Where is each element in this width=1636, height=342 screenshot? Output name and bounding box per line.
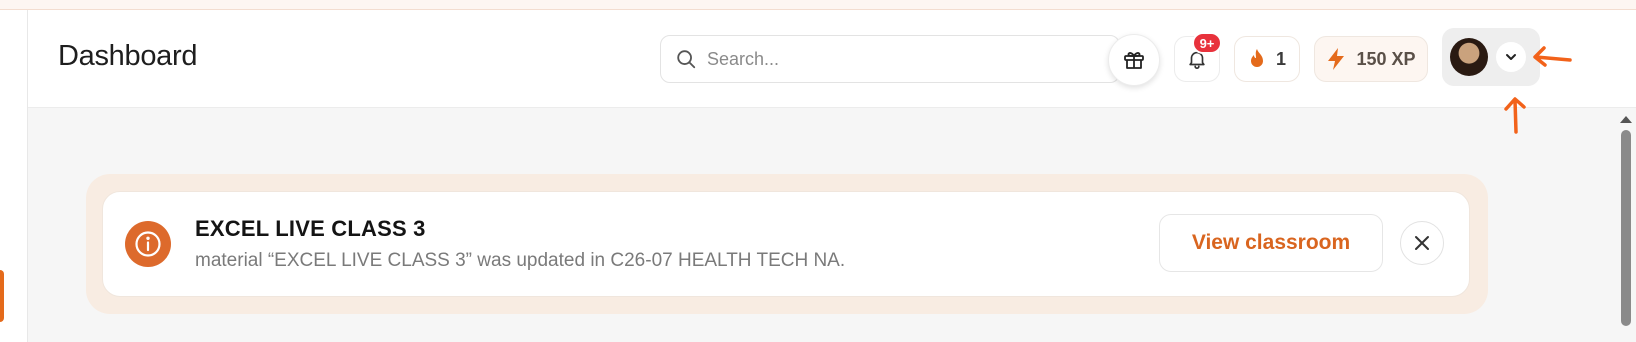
gift-icon	[1124, 52, 1144, 69]
page-title: Dashboard	[58, 40, 198, 72]
sidebar-active-indicator[interactable]	[0, 270, 4, 322]
top-strip	[0, 0, 1636, 10]
avatar[interactable]	[1450, 38, 1488, 76]
streak-counter[interactable]: 1	[1234, 36, 1300, 82]
chevron-down-icon	[1506, 54, 1516, 60]
close-icon	[1415, 236, 1429, 250]
flame-icon	[1250, 49, 1263, 67]
search-icon	[677, 50, 696, 69]
profile-menu[interactable]	[1442, 28, 1540, 86]
lightning-icon	[1328, 48, 1345, 70]
scroll-up-arrow-icon[interactable]	[1620, 116, 1632, 123]
scrollbar[interactable]	[1620, 116, 1632, 342]
scrollbar-thumb[interactable]	[1621, 130, 1631, 326]
xp-counter[interactable]: 150 XP	[1314, 36, 1428, 82]
profile-dropdown-button[interactable]	[1496, 42, 1526, 72]
annotation-arrow-left-icon	[1533, 46, 1572, 67]
annotation-arrow-up-icon	[1504, 97, 1526, 134]
sidebar	[0, 10, 28, 342]
streak-count: 1	[1275, 48, 1286, 69]
dismiss-banner-button[interactable]	[1400, 221, 1444, 265]
notification-banner: EXCEL LIVE CLASS 3 material “EXCEL LIVE …	[102, 191, 1470, 297]
notification-badge: 9+	[1192, 32, 1222, 54]
notification-banner-container: EXCEL LIVE CLASS 3 material “EXCEL LIVE …	[86, 174, 1488, 314]
info-icon	[125, 221, 171, 267]
xp-label: 150 XP	[1356, 48, 1416, 69]
view-classroom-button[interactable]: View classroom	[1159, 214, 1383, 272]
banner-message: material “EXCEL LIVE CLASS 3” was update…	[195, 250, 846, 271]
top-header: Dashboard 9+ 1 150 XP	[28, 10, 1636, 108]
search-input[interactable]	[707, 48, 1087, 70]
gift-button[interactable]	[1108, 34, 1160, 86]
search-bar[interactable]	[660, 35, 1120, 83]
banner-title: EXCEL LIVE CLASS 3	[195, 216, 426, 241]
